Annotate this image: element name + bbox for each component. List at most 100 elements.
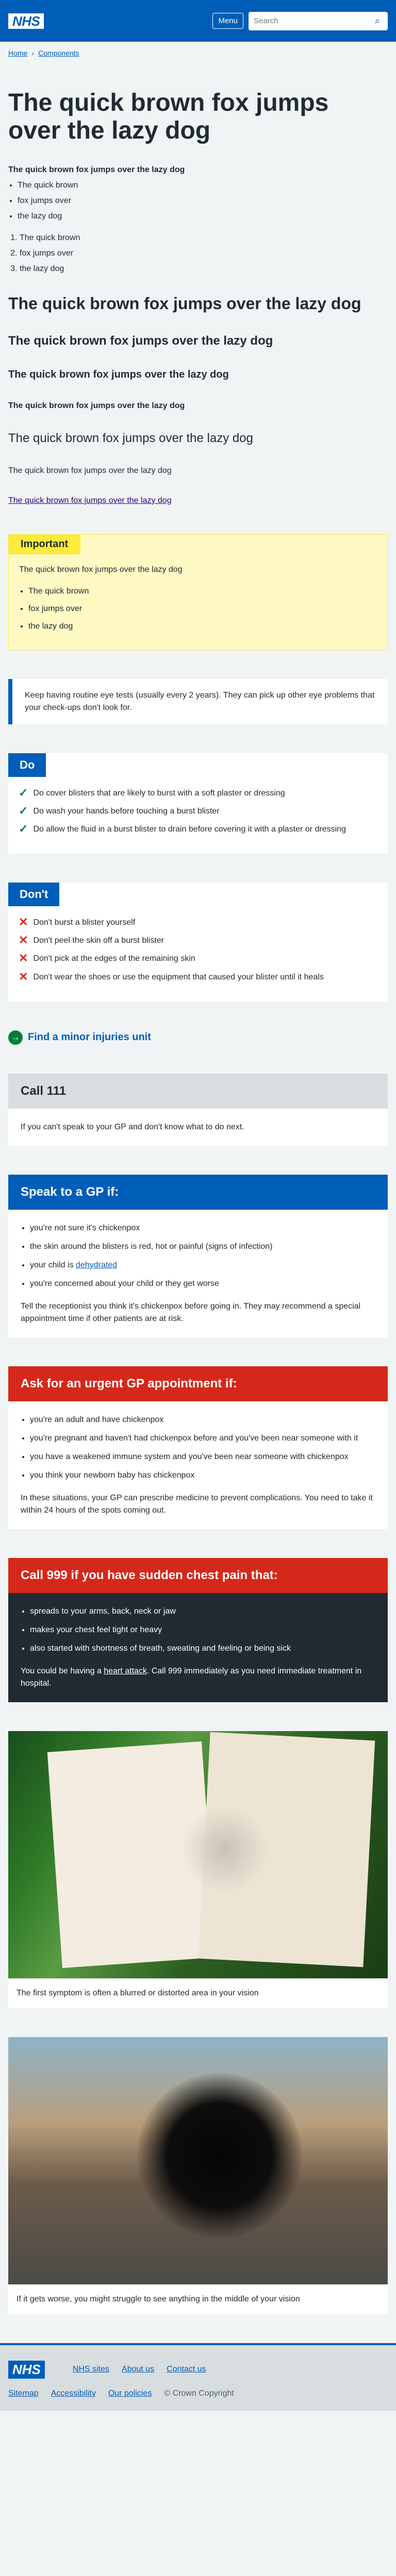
arrow-right-circle-icon: → (8, 1030, 23, 1045)
copyright: © Crown Copyright (164, 2388, 234, 2398)
action-link[interactable]: → Find a minor injuries unit (8, 1030, 388, 1045)
list-item: fox jumps over (28, 604, 377, 614)
do-item-text: Do cover blisters that are likely to bur… (33, 788, 285, 798)
warning-label: Important (8, 534, 81, 554)
search-input[interactable] (249, 11, 367, 30)
list-item: The quick brown (28, 587, 377, 596)
dont-item-text: Don't pick at the edges of the remaining… (33, 954, 195, 963)
chevron-right-icon: › (31, 49, 35, 57)
breadcrumb: Home › Components (0, 42, 396, 64)
footer-link-accessibility[interactable]: Accessibility (51, 2389, 96, 2398)
tick-icon: ✓ (19, 804, 28, 817)
warning-callout: Important The quick brown fox jumps over… (8, 534, 388, 650)
care-card-text: In these situations, your GP can prescri… (21, 1493, 373, 1515)
list-item: fox jumps over (18, 196, 388, 206)
breadcrumb-components[interactable]: Components (38, 49, 79, 57)
do-item: ✓ Do cover blisters that are likely to bu… (19, 787, 375, 799)
list-item: you're an adult and have chickenpox (30, 1414, 375, 1426)
list-item: the skin around the blisters is red, hot… (30, 1241, 375, 1253)
dont-item-text: Don't burst a blister yourself (33, 918, 136, 927)
footer-link-policies[interactable]: Our policies (108, 2389, 152, 2398)
body-medium: The quick brown fox jumps over the lazy … (8, 466, 172, 475)
page-title: The quick brown fox jumps over the lazy … (8, 89, 329, 144)
care-card-body: you're an adult and have chickenpox you'… (8, 1401, 388, 1529)
list-item: the lazy dog (28, 622, 377, 631)
figure-street: If it gets worse, you might struggle to … (8, 2037, 388, 2314)
care-card-gp: Speak to a GP if: you're not sure it's c… (8, 1174, 388, 1337)
heading-s: The quick brown fox jumps over the lazy … (8, 401, 185, 410)
care-card-body: If you can't speak to your GP and don't … (8, 1109, 388, 1146)
nhs-logo[interactable]: NHS (8, 13, 44, 29)
list-item: also started with shortness of breath, s… (30, 1642, 375, 1655)
tick-icon: ✓ (19, 822, 28, 835)
search-button[interactable]: ⌕ (367, 11, 388, 30)
blur-spot (178, 1808, 271, 1891)
search-icon: ⌕ (374, 15, 381, 26)
text-link[interactable]: The quick brown fox jumps over the lazy … (8, 496, 388, 505)
care-card-emergency: Call 999 if you have sudden chest pain t… (8, 1557, 388, 1702)
footer-link-nhs-sites[interactable]: NHS sites (73, 2365, 109, 2374)
heading-xl: The quick brown fox jumps over the lazy … (8, 294, 361, 313)
list-item: you're concerned about your child or the… (30, 1278, 375, 1290)
dark-spot (137, 2073, 302, 2238)
list-item: you have a weakened immune system and yo… (30, 1451, 375, 1463)
list-item: fox jumps over (20, 249, 388, 258)
list-item: the lazy dog (18, 212, 388, 221)
do-label: Do (8, 753, 46, 777)
footer-top: NHS NHS sites About us Contact us (8, 2360, 388, 2379)
list-item: you're pregnant and haven't had chickenp… (30, 1432, 375, 1445)
cross-icon: ✕ (19, 916, 28, 929)
book-image (8, 1731, 388, 1978)
cross-icon: ✕ (19, 934, 28, 947)
care-card-text: You could be having a heart attack. Call… (21, 1665, 375, 1690)
breadcrumb-home[interactable]: Home (8, 49, 27, 57)
care-card-body: you're not sure it's chickenpox the skin… (8, 1210, 388, 1337)
list-item-text: your child is (30, 1260, 76, 1269)
footer-logo[interactable]: NHS (8, 2360, 45, 2379)
list-item: The quick brown (18, 181, 388, 190)
dont-label: Don't (8, 883, 60, 907)
list-item: makes your chest feel tight or heavy (30, 1624, 375, 1636)
care-card-body: spreads to your arms, back, neck or jaw … (8, 1592, 388, 1702)
action-link-text: Find a minor injuries unit (28, 1031, 151, 1043)
do-item-text: Do allow the fluid in a burst blister to… (33, 824, 346, 834)
dont-item: ✕ Don't peel the skin off a burst blister (19, 935, 375, 946)
site-footer: NHS NHS sites About us Contact us Sitema… (0, 2343, 396, 2411)
site-header: NHS Menu ⌕ (0, 0, 396, 42)
dont-item: ✕ Don't wear the shoes or use the equipme… (19, 971, 375, 983)
dont-item: ✕ Don't pick at the edges of the remainin… (19, 953, 375, 964)
dehydrated-link[interactable]: dehydrated (76, 1261, 117, 1269)
warning-text: The quick brown fox jumps over the lazy … (19, 565, 183, 574)
header-controls: Menu ⌕ (212, 11, 388, 30)
care-card-heading: Call 999 if you have sudden chest pain t… (8, 1557, 388, 1593)
do-item-text: Do wash your hands before touching a bur… (33, 806, 220, 816)
list-item: The quick brown (20, 233, 388, 243)
heading-m: The quick brown fox jumps over the lazy … (8, 368, 229, 380)
warning-list: The quick brown fox jumps over the lazy … (28, 587, 377, 631)
text-before: You could be having a (21, 1666, 104, 1675)
footer-link-contact[interactable]: Contact us (167, 2365, 206, 2374)
footer-link-about[interactable]: About us (122, 2365, 154, 2374)
care-card-heading: Speak to a GP if: (8, 1174, 388, 1210)
care-card-heading: Ask for an urgent GP appointment if: (8, 1366, 388, 1401)
numbered-list: The quick brown fox jumps over the lazy … (20, 233, 388, 274)
menu-button[interactable]: Menu (212, 13, 243, 29)
bullet-list: The quick brown fox jumps over the lazy … (18, 181, 388, 221)
care-card-text: If you can't speak to your GP and don't … (21, 1122, 244, 1131)
tick-icon: ✓ (19, 786, 28, 799)
list-item: your child is dehydrated (30, 1259, 375, 1272)
do-list: Do ✓ Do cover blisters that are likely to… (8, 753, 388, 854)
list-item: you think your newborn baby has chickenp… (30, 1469, 375, 1482)
care-card-non-urgent: Call 111 If you can't speak to your GP a… (8, 1073, 388, 1146)
care-card-heading: Call 111 (8, 1073, 388, 1109)
list-item: you're not sure it's chickenpox (30, 1222, 375, 1234)
cross-icon: ✕ (19, 952, 28, 965)
list-item: the lazy dog (20, 264, 388, 274)
figure-caption: The first symptom is often a blurred or … (16, 1988, 259, 1997)
footer-link-sitemap[interactable]: Sitemap (8, 2389, 39, 2398)
heart-attack-link[interactable]: heart attack (104, 1667, 147, 1675)
inset-text: Keep having routine eye tests (usually e… (8, 679, 388, 724)
care-card-text: Tell the receptionist you think it's chi… (21, 1301, 361, 1323)
dont-list: Don't ✕ Don't burst a blister yourself ✕ D… (8, 883, 388, 1002)
do-item: ✓ Do allow the fluid in a burst blister t… (19, 823, 375, 835)
